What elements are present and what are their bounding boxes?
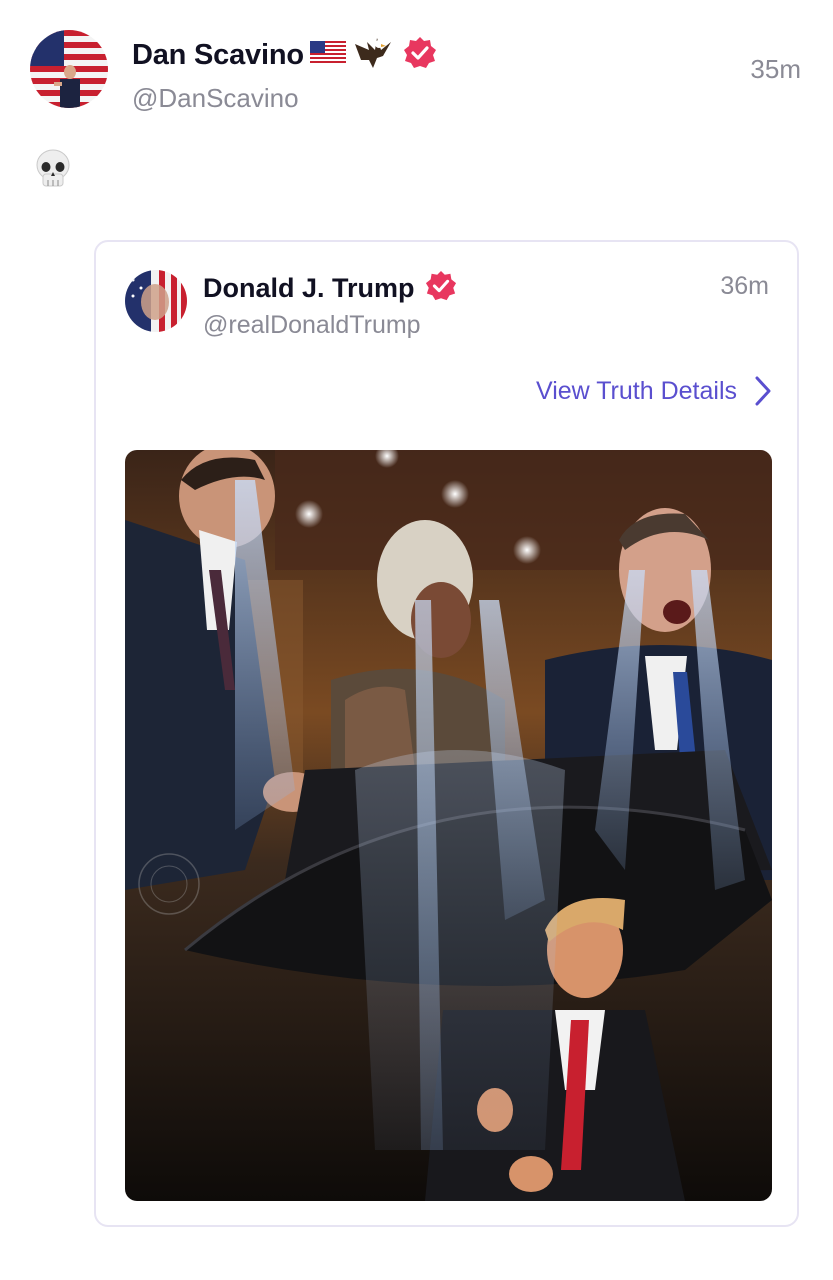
author-handle[interactable]: @DanScavino <box>132 83 437 114</box>
author-avatar-image <box>30 30 108 108</box>
skull-icon <box>36 149 70 187</box>
truth-media-image[interactable] <box>125 450 772 1201</box>
view-truth-details-label: View Truth Details <box>535 376 737 405</box>
verified-badge-icon <box>403 36 437 75</box>
eagle-icon <box>353 34 393 77</box>
post-body: 💀 <box>34 148 72 195</box>
quoted-timestamp[interactable]: 36m <box>720 272 769 301</box>
quoted-author-handle[interactable]: @realDonaldTrump <box>203 311 457 340</box>
quoted-author-avatar-image <box>125 270 187 332</box>
quoted-truth-card[interactable]: Donald J. Trump @realDonaldTrump 36m Vie… <box>94 240 799 1227</box>
post-header: Dan Scavino @DanScavino 35m <box>30 30 805 113</box>
author-name-block: Dan Scavino @DanScavino <box>132 34 437 114</box>
author-display-name[interactable]: Dan Scavino <box>132 39 304 72</box>
post-timestamp[interactable]: 35m <box>750 54 801 85</box>
verified-badge-icon <box>425 270 457 307</box>
quoted-author-display-name[interactable]: Donald J. Trump <box>203 273 415 304</box>
author-avatar[interactable] <box>30 30 108 108</box>
media-photo <box>125 450 772 1201</box>
view-truth-details-link[interactable]: View Truth Details <box>536 376 771 406</box>
chevron-right-icon <box>755 376 771 406</box>
quoted-author-name-block: Donald J. Trump @realDonaldTrump <box>203 270 457 340</box>
us-flag-icon <box>310 41 347 70</box>
quoted-author-avatar[interactable] <box>125 270 187 332</box>
